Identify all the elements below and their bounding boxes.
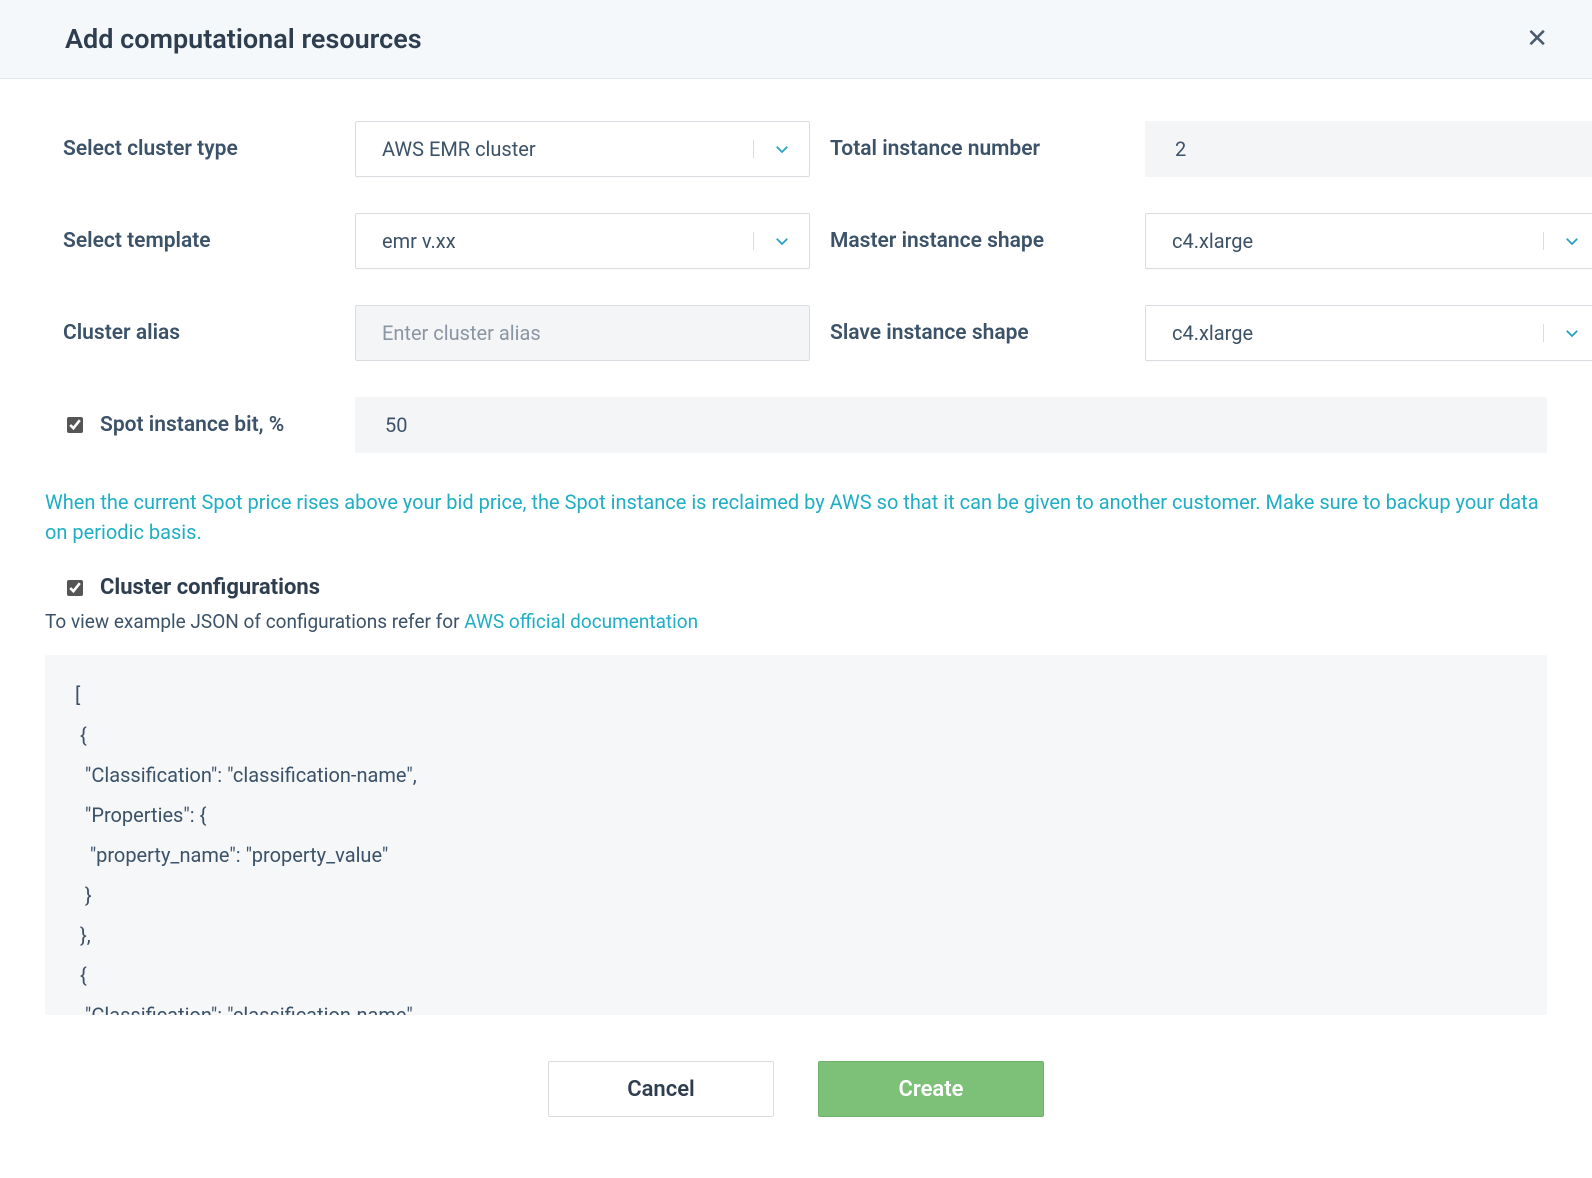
cluster-config-checkbox[interactable] xyxy=(67,580,83,596)
aws-docs-link[interactable]: AWS official documentation xyxy=(464,610,698,633)
modal-footer: Cancel Create xyxy=(45,1015,1547,1117)
chevron-down-icon xyxy=(1543,324,1592,342)
spot-info-text: When the current Spot price rises above … xyxy=(45,487,1547,547)
alias-input[interactable]: Enter cluster alias xyxy=(355,305,810,361)
total-instance-input[interactable]: 2 xyxy=(1145,121,1592,177)
close-button[interactable]: ✕ xyxy=(1522,22,1552,56)
template-select[interactable]: emr v.xx xyxy=(355,213,810,269)
cluster-config-textarea[interactable]: [ { "Classification": "classification-na… xyxy=(45,655,1547,1015)
spot-row: Spot instance bit, % 50 xyxy=(45,397,1547,453)
cancel-button[interactable]: Cancel xyxy=(548,1061,774,1117)
alias-placeholder: Enter cluster alias xyxy=(382,321,541,345)
modal-header: Add computational resources ✕ xyxy=(0,0,1592,79)
total-instance-label: Total instance number xyxy=(830,137,1125,161)
cluster-type-value: AWS EMR cluster xyxy=(356,137,753,161)
close-icon: ✕ xyxy=(1526,24,1548,54)
cluster-type-select[interactable]: AWS EMR cluster xyxy=(355,121,810,177)
cluster-config-subtext: To view example JSON of configurations r… xyxy=(45,610,1547,633)
chevron-down-icon xyxy=(753,232,809,250)
master-shape-select[interactable]: c4.xlarge xyxy=(1145,213,1592,269)
spot-label: Spot instance bit, % xyxy=(100,413,284,437)
spot-value: 50 xyxy=(385,413,407,437)
template-label: Select template xyxy=(45,229,335,253)
cluster-config-header: Cluster configurations xyxy=(45,575,1547,600)
create-button[interactable]: Create xyxy=(818,1061,1044,1117)
form-grid: Select cluster type AWS EMR cluster Tota… xyxy=(45,121,1547,361)
alias-label: Cluster alias xyxy=(45,321,335,345)
spot-label-wrap: Spot instance bit, % xyxy=(45,413,355,437)
chevron-down-icon xyxy=(753,140,809,158)
master-shape-label: Master instance shape xyxy=(830,229,1125,253)
cluster-config-title: Cluster configurations xyxy=(100,575,320,600)
modal-title: Add computational resources xyxy=(65,23,422,55)
slave-shape-select[interactable]: c4.xlarge xyxy=(1145,305,1592,361)
cluster-config-sub-prefix: To view example JSON of configurations r… xyxy=(45,610,464,633)
spot-checkbox[interactable] xyxy=(67,417,83,433)
template-value: emr v.xx xyxy=(356,229,753,253)
slave-shape-label: Slave instance shape xyxy=(830,321,1125,345)
spot-value-input[interactable]: 50 xyxy=(355,397,1547,453)
master-shape-value: c4.xlarge xyxy=(1146,229,1543,253)
total-instance-value: 2 xyxy=(1175,137,1186,161)
cluster-type-label: Select cluster type xyxy=(45,137,335,161)
chevron-down-icon xyxy=(1543,232,1592,250)
slave-shape-value: c4.xlarge xyxy=(1146,321,1543,345)
modal-body: Select cluster type AWS EMR cluster Tota… xyxy=(0,79,1592,1117)
